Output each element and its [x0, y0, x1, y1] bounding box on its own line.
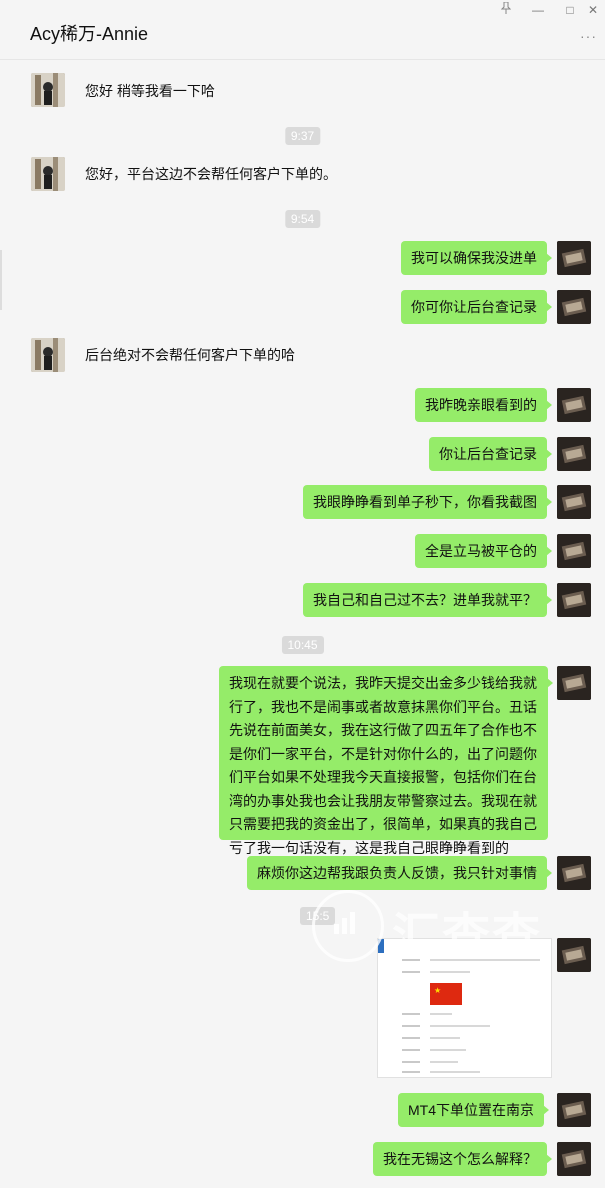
divider — [0, 59, 605, 60]
image-line — [402, 959, 420, 961]
message-bubble[interactable]: 我自己和自己过不去？进单我就平？ — [303, 583, 552, 617]
image-line — [430, 971, 470, 973]
image-line — [430, 1013, 452, 1015]
contact-avatar[interactable] — [31, 73, 65, 107]
message-text: 后台绝对不会帮任何客户下单的哈 — [85, 347, 295, 363]
image-header-bar — [378, 939, 384, 953]
image-line — [430, 1025, 490, 1027]
image-line — [430, 1071, 480, 1073]
chat-title: Acy稀万-Annie — [30, 24, 149, 44]
message-bubble[interactable]: MT4下单位置在南京 — [398, 1093, 549, 1127]
image-line — [430, 1037, 460, 1039]
minimize-button[interactable]: — — [529, 2, 547, 18]
image-line — [402, 1071, 420, 1073]
user-avatar[interactable] — [557, 1142, 591, 1176]
chart-icon — [334, 912, 358, 934]
user-avatar[interactable] — [557, 388, 591, 422]
pin-icon[interactable] — [497, 1, 515, 18]
message-bubble[interactable]: 全是立马被平仓的 — [415, 534, 552, 568]
image-line — [402, 971, 420, 973]
message-text: 您好 稍等我看一下哈 — [85, 83, 215, 99]
user-avatar[interactable] — [557, 666, 591, 700]
user-avatar[interactable] — [557, 856, 591, 890]
user-avatar[interactable] — [557, 1093, 591, 1127]
image-line — [430, 1061, 458, 1063]
watermark-circle — [312, 890, 384, 962]
user-avatar[interactable] — [557, 583, 591, 617]
image-line — [430, 1049, 466, 1051]
screenshot-image[interactable]: ★ — [377, 938, 552, 1078]
user-avatar[interactable] — [557, 290, 591, 324]
image-line — [402, 1049, 420, 1051]
image-line — [402, 1061, 420, 1063]
image-line — [402, 1037, 420, 1039]
close-button[interactable]: ✕ — [584, 2, 602, 18]
title-bar: Acy稀万-Annie — □ ✕ ··· — [0, 0, 605, 60]
message-text: 您好，平台这边不会帮任何客户下单的。 — [85, 166, 337, 182]
image-line — [402, 1025, 420, 1027]
message-bubble[interactable]: 我可以确保我没进单 — [401, 241, 552, 275]
china-flag-icon: ★ — [430, 983, 462, 1005]
timestamp: 9:37 — [284, 127, 321, 145]
contact-avatar[interactable] — [31, 157, 65, 191]
more-options-icon[interactable]: ··· — [580, 28, 597, 44]
timestamp: 15:5 — [300, 907, 336, 925]
message-bubble[interactable]: 我现在就要个说法，我昨天提交出金多少钱给我就行了，我也不是闹事或者故意抹黑你们平… — [219, 666, 553, 856]
message-bubble[interactable]: 我眼睁睁看到单子秒下，你看我截图 — [303, 485, 552, 519]
user-avatar[interactable] — [557, 534, 591, 568]
scroll-edge — [0, 250, 2, 310]
message-bubble[interactable]: 你可你让后台查记录 — [401, 290, 552, 324]
timestamp: 9:54 — [284, 210, 321, 228]
user-avatar[interactable] — [557, 485, 591, 519]
image-line — [402, 1013, 420, 1015]
message-bubble[interactable]: 你让后台查记录 — [429, 437, 552, 471]
message-bubble[interactable]: 我在无锡这个怎么解释？ — [373, 1142, 552, 1176]
user-avatar[interactable] — [557, 938, 591, 972]
message-bubble[interactable]: 我昨晚亲眼看到的 — [415, 388, 552, 422]
image-line — [430, 959, 540, 961]
contact-avatar[interactable] — [31, 338, 65, 372]
user-avatar[interactable] — [557, 437, 591, 471]
maximize-button[interactable]: □ — [561, 2, 579, 18]
timestamp: 10:45 — [281, 636, 324, 654]
message-bubble[interactable]: 麻烦你这边帮我跟负责人反馈，我只针对事情 — [247, 856, 552, 890]
user-avatar[interactable] — [557, 241, 591, 275]
